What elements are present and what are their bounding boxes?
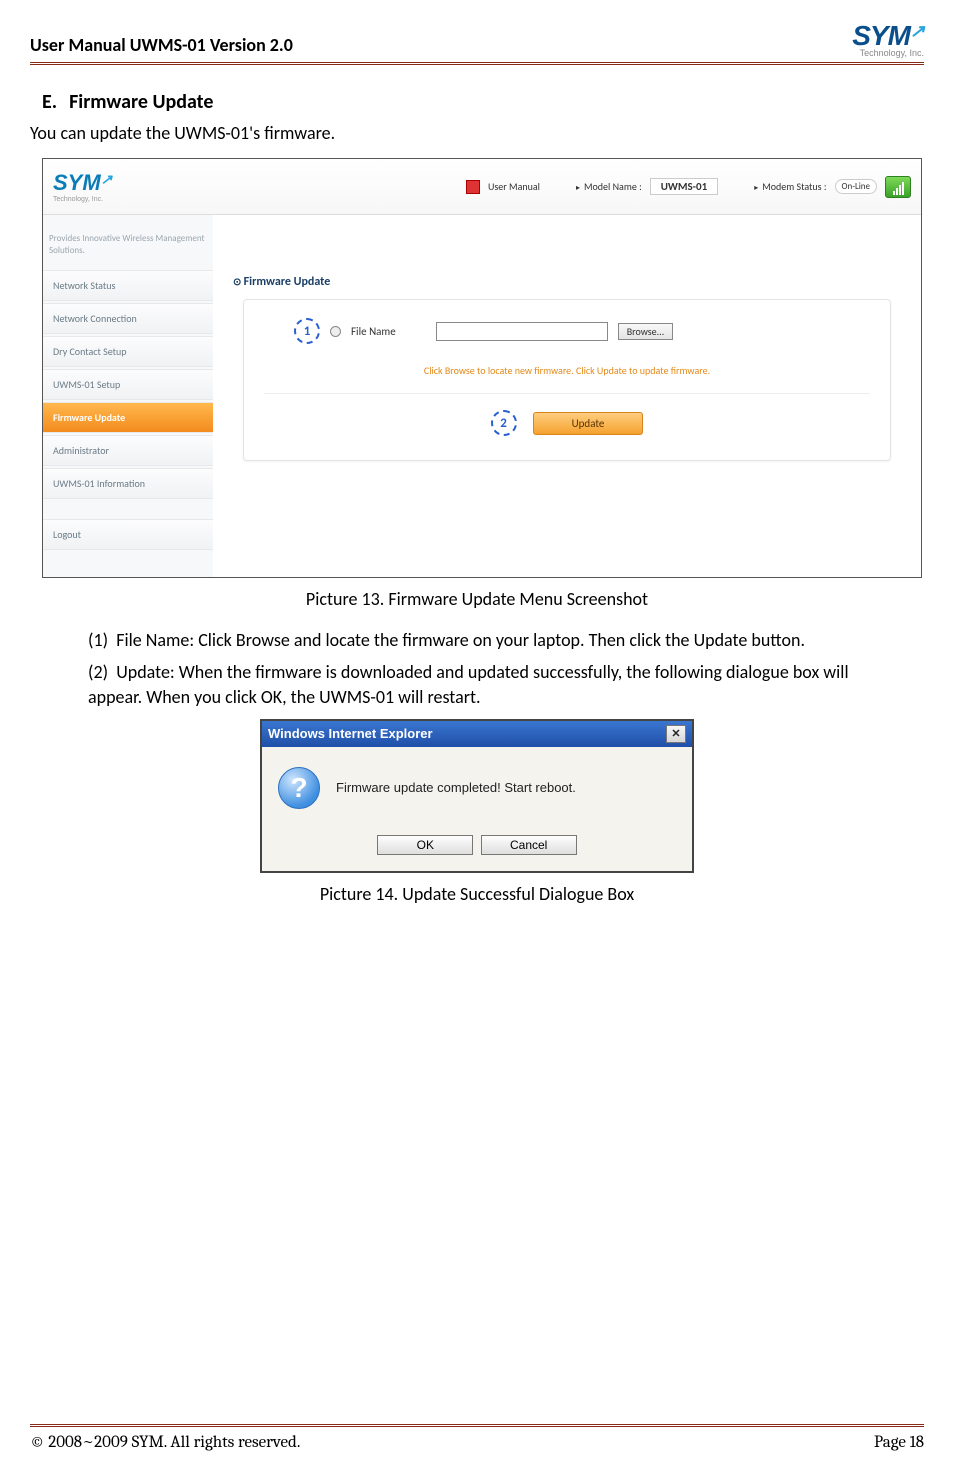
section-letter: E. [42, 90, 57, 114]
header-logo: SYM↗ Technology, Inc. [852, 20, 924, 58]
step-1-num: (1) [88, 629, 108, 651]
screenshot-main: Firmware Update 1 File Name Browse... Cl… [213, 215, 921, 578]
steps-list: (1) File Name: Click Browse and locate t… [88, 628, 884, 709]
section-intro: You can update the UWMS-01's firmware. [30, 122, 924, 144]
nav-network-connection[interactable]: Network Connection [43, 303, 213, 334]
modem-label: Modem Status : [754, 180, 826, 193]
model-value: UWMS-01 [650, 178, 718, 195]
question-icon: ? [278, 767, 320, 809]
step-2: (2) Update: When the firmware is downloa… [88, 660, 884, 709]
separator [264, 393, 870, 394]
pdf-icon [466, 180, 480, 194]
nav-dry-contact[interactable]: Dry Contact Setup [43, 336, 213, 367]
ie-dialog: Windows Internet Explorer ✕ ? Firmware u… [260, 719, 694, 873]
panel-title: Firmware Update [233, 275, 901, 289]
doc-title: User Manual UWMS-01 Version 2.0 [30, 20, 293, 56]
copyright-text: © 2008~2009 SYM. All rights reserved. [30, 1433, 300, 1452]
section-heading: E. Firmware Update [42, 90, 924, 114]
screenshot-logo: SYM↗ Technology, Inc. [53, 170, 223, 203]
dialog-titlebar: Windows Internet Explorer ✕ [262, 721, 692, 747]
page-footer: © 2008~2009 SYM. All rights reserved. Pa… [30, 1424, 924, 1452]
nav-logout[interactable]: Logout [43, 519, 213, 550]
firmware-screenshot: SYM↗ Technology, Inc. User Manual Model … [42, 158, 922, 578]
ss-logo-text: SYM [53, 170, 101, 195]
figure-14-caption: Picture 14. Update Successful Dialogue B… [30, 883, 924, 905]
nav-uwms-setup[interactable]: UWMS-01 Setup [43, 369, 213, 400]
screenshot-sidebar: Provides Innovative Wireless Management … [43, 215, 213, 578]
cancel-button[interactable]: Cancel [481, 835, 577, 855]
user-manual-link[interactable]: User Manual [488, 180, 540, 193]
step-1-text: File Name: Click Browse and locate the f… [116, 629, 805, 651]
ok-button[interactable]: OK [377, 835, 473, 855]
logo-tagline: Technology, Inc. [852, 48, 924, 58]
step-1: (1) File Name: Click Browse and locate t… [88, 628, 884, 652]
signal-icon [885, 176, 911, 198]
ss-logo-tag: Technology, Inc. [53, 196, 223, 203]
logo-text: SYM [852, 20, 910, 51]
section-title: Firmware Update [69, 90, 213, 114]
dialog-title-text: Windows Internet Explorer [268, 726, 433, 741]
update-button[interactable]: Update [533, 412, 644, 435]
modem-status: On-Line [835, 179, 878, 194]
model-label: Model Name : [576, 180, 642, 193]
callout-2: 2 [491, 410, 517, 436]
step-2-text: Update: When the firmware is downloaded … [88, 661, 849, 707]
nav-uwms-info[interactable]: UWMS-01 Information [43, 468, 213, 499]
browse-button[interactable]: Browse... [618, 323, 674, 340]
file-name-label: File Name [351, 325, 396, 338]
page-header: User Manual UWMS-01 Version 2.0 SYM↗ Tec… [30, 20, 924, 65]
page-number: Page 18 [874, 1433, 924, 1452]
callout-1: 1 [294, 318, 320, 344]
file-path-input[interactable] [436, 322, 608, 341]
step-2-num: (2) [88, 661, 108, 683]
nav-administrator[interactable]: Administrator [43, 435, 213, 466]
nav-network-status[interactable]: Network Status [43, 270, 213, 301]
sidebar-caption: Provides Innovative Wireless Management … [43, 233, 213, 270]
nav-firmware-update[interactable]: Firmware Update [43, 402, 213, 433]
dialog-message: Firmware update completed! Start reboot. [336, 780, 576, 795]
firmware-card: 1 File Name Browse... Click Browse to lo… [243, 299, 891, 461]
help-text: Click Browse to locate new firmware. Cli… [264, 364, 870, 377]
figure-13-caption: Picture 13. Firmware Update Menu Screens… [30, 588, 924, 610]
screenshot-topbar: SYM↗ Technology, Inc. User Manual Model … [43, 159, 921, 215]
close-icon[interactable]: ✕ [666, 725, 686, 743]
radio-icon[interactable] [330, 326, 341, 337]
